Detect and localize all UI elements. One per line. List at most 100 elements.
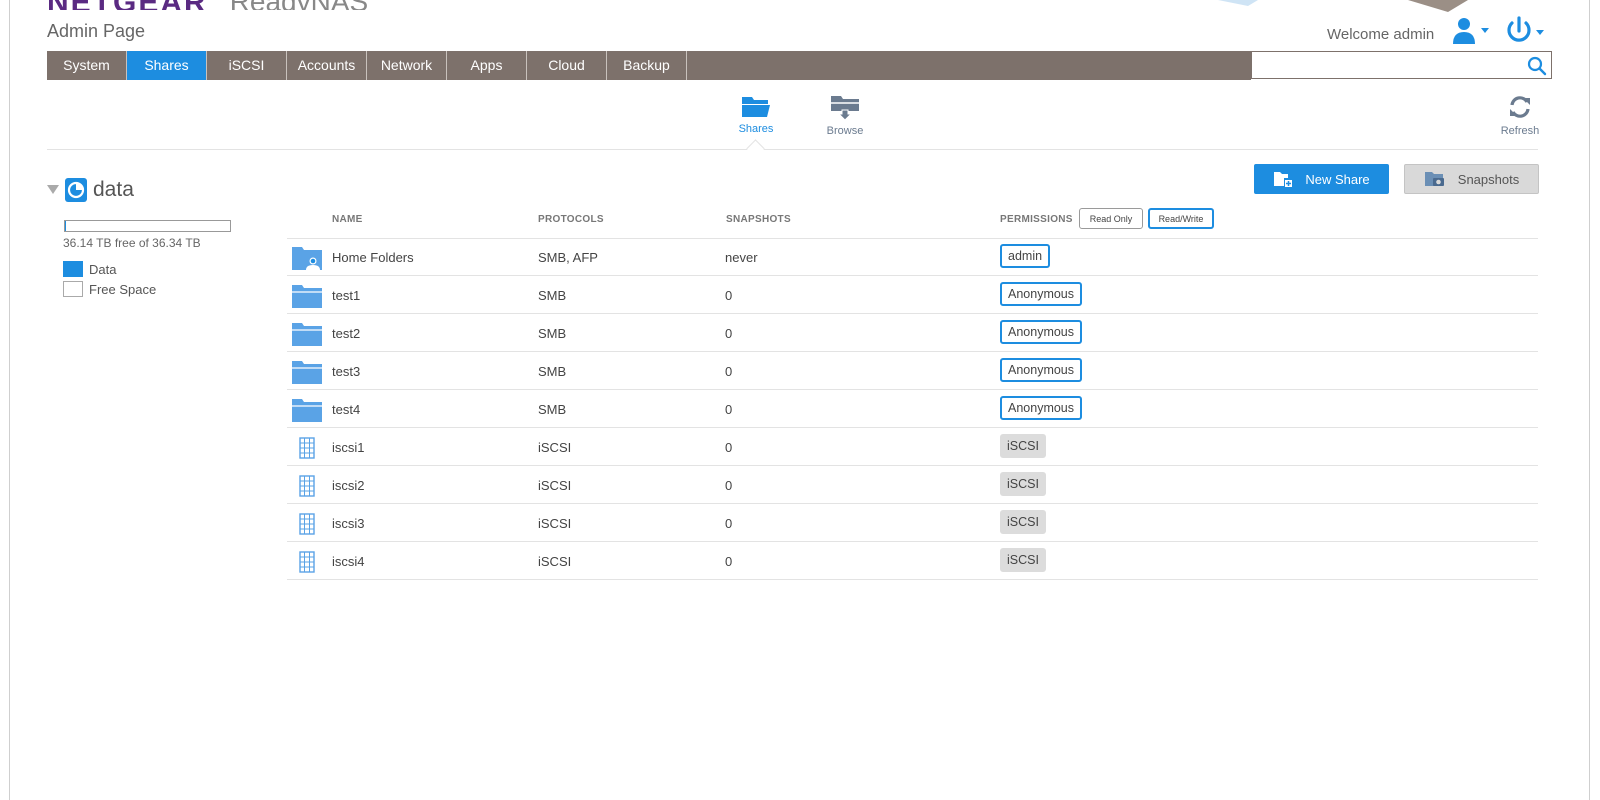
volume-header[interactable]: data <box>47 176 134 204</box>
table-row[interactable]: test1 SMB 0 Anonymous <box>287 277 1538 314</box>
col-name-header[interactable]: NAME <box>332 214 363 225</box>
tab-system[interactable]: System <box>47 51 127 80</box>
subnav-browse-label: Browse <box>826 125 864 137</box>
share-name: iscsi3 <box>332 516 365 531</box>
read-write-toggle[interactable]: Read/Write <box>1148 208 1214 229</box>
search-input[interactable] <box>1256 55 1522 77</box>
permission-badge[interactable]: iSCSI <box>1000 510 1046 534</box>
snapshots-button[interactable]: Snapshots <box>1404 164 1539 194</box>
share-name: iscsi2 <box>332 478 365 493</box>
legend-free-swatch <box>63 281 83 297</box>
share-snapshots: never <box>725 250 758 265</box>
new-share-icon <box>1274 172 1293 187</box>
share-protocols: iSCSI <box>538 478 572 493</box>
share-name: test1 <box>332 288 361 303</box>
permission-badge[interactable]: iSCSI <box>1000 472 1046 496</box>
lun-icon <box>291 549 323 575</box>
share-snapshots: 0 <box>725 288 733 303</box>
legend-data-swatch <box>63 261 83 277</box>
refresh-button[interactable]: Refresh <box>1490 94 1550 137</box>
permission-badge[interactable]: iSCSI <box>1000 548 1046 572</box>
folder-open-icon <box>742 97 770 117</box>
welcome-text: Welcome admin <box>1327 26 1435 43</box>
volume-usage-bar <box>64 220 231 232</box>
share-snapshots: 0 <box>725 364 733 379</box>
share-name: Home Folders <box>332 250 414 265</box>
snapshots-icon <box>1424 172 1444 186</box>
window-border-left <box>9 0 10 800</box>
table-row[interactable]: test3 SMB 0 Anonymous <box>287 353 1538 390</box>
folder-icon <box>291 359 323 385</box>
tab-network[interactable]: Network <box>367 51 447 80</box>
tab-shares[interactable]: Shares <box>127 51 207 80</box>
col-protocols-header[interactable]: PROTOCOLS <box>538 214 604 225</box>
power-menu[interactable] <box>1505 16 1549 46</box>
tab-apps[interactable]: Apps <box>447 51 527 80</box>
col-permissions-header[interactable]: PERMISSIONS <box>1000 214 1073 225</box>
share-name: iscsi4 <box>332 554 365 569</box>
tab-accounts[interactable]: Accounts <box>287 51 367 80</box>
legend-data-label: Data <box>89 261 117 277</box>
share-protocols: iSCSI <box>538 440 572 455</box>
share-snapshots: 0 <box>725 516 733 531</box>
snapshots-label: Snapshots <box>1457 171 1520 187</box>
permission-badge[interactable]: Anonymous <box>1000 358 1083 382</box>
lun-icon <box>291 473 323 499</box>
permission-badge[interactable]: iSCSI <box>1000 434 1046 458</box>
share-protocols: SMB <box>538 288 567 303</box>
table-row[interactable]: test2 SMB 0 Anonymous <box>287 315 1538 352</box>
legend-free-space: Free Space <box>63 281 156 297</box>
new-share-button[interactable]: New Share <box>1254 164 1389 194</box>
table-row[interactable]: Home Folders SMB, AFP never admin <box>287 239 1538 276</box>
table-row[interactable]: iscsi1 iSCSI 0 iSCSI <box>287 429 1538 466</box>
browse-folder-icon <box>831 96 859 121</box>
search-box <box>1251 51 1552 79</box>
permission-badge[interactable]: Anonymous <box>1000 396 1083 420</box>
brand: NETGEAR ReadyNAS <box>47 0 368 10</box>
table-row[interactable]: iscsi4 iSCSI 0 iSCSI <box>287 543 1538 580</box>
share-protocols: SMB <box>538 364 567 379</box>
share-protocols: SMB <box>538 326 567 341</box>
subnav-shares-label: Shares <box>738 123 774 135</box>
tab-cloud[interactable]: Cloud <box>527 51 607 80</box>
col-snapshots-header[interactable]: SNAPSHOTS <box>726 214 791 225</box>
volume-usage-text: 36.14 TB free of 36.34 TB <box>63 236 201 250</box>
product-name: ReadyNAS <box>230 0 369 10</box>
permission-badge[interactable]: Anonymous <box>1000 320 1083 344</box>
read-only-toggle[interactable]: Read Only <box>1079 208 1143 229</box>
search-icon[interactable] <box>1527 56 1547 76</box>
lun-icon <box>291 435 323 461</box>
tab-iscsi[interactable]: iSCSI <box>207 51 287 80</box>
folder-icon <box>291 397 323 423</box>
permission-badge[interactable]: Anonymous <box>1000 282 1083 306</box>
folder-icon <box>291 321 323 347</box>
share-snapshots: 0 <box>725 402 733 417</box>
share-name: test3 <box>332 364 361 379</box>
table-row[interactable]: test4 SMB 0 Anonymous <box>287 391 1538 428</box>
home-folder-icon <box>291 245 323 271</box>
table-row[interactable]: iscsi3 iSCSI 0 iSCSI <box>287 505 1538 542</box>
volume-usage-fill <box>65 221 66 231</box>
subnav-divider <box>47 149 1538 150</box>
active-subnav-indicator <box>746 139 765 158</box>
folder-icon <box>291 283 323 309</box>
subnav-browse[interactable]: Browse <box>815 94 875 137</box>
new-share-label: New Share <box>1305 171 1370 187</box>
main-nav: System Shares iSCSI Accounts Network App… <box>47 51 1251 80</box>
user-icon <box>1453 18 1489 44</box>
window-border-right <box>1589 0 1590 800</box>
refresh-icon <box>1510 96 1530 118</box>
share-snapshots: 0 <box>725 440 733 455</box>
share-protocols: SMB <box>538 402 567 417</box>
share-snapshots: 0 <box>725 478 733 493</box>
share-name: test4 <box>332 402 361 417</box>
subnav-shares[interactable]: Shares <box>726 94 786 135</box>
permission-badge[interactable]: admin <box>1000 244 1051 268</box>
share-protocols: SMB, AFP <box>538 250 598 265</box>
tab-backup[interactable]: Backup <box>607 51 687 80</box>
lun-icon <box>291 511 323 537</box>
collapse-triangle-icon[interactable] <box>47 185 59 195</box>
volume-icon <box>65 178 87 202</box>
table-row[interactable]: iscsi2 iSCSI 0 iSCSI <box>287 467 1538 504</box>
user-menu[interactable] <box>1452 16 1496 46</box>
